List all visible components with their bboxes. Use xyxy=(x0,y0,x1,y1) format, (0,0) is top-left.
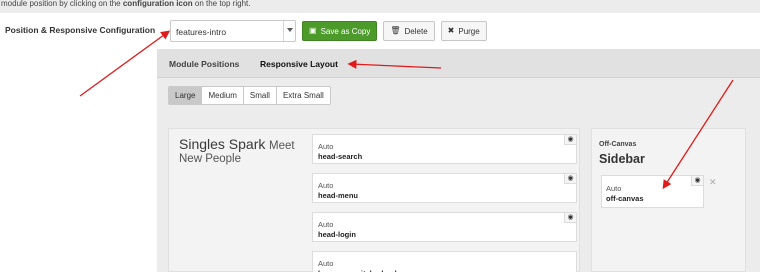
position-select[interactable]: features-intro xyxy=(170,20,296,42)
eye-icon[interactable]: ◉ xyxy=(564,174,576,184)
module-width-label: Auto xyxy=(318,220,334,229)
breakpoint-small[interactable]: Small xyxy=(244,87,277,104)
section-label: Position & Responsive Configuration xyxy=(5,25,156,35)
breakpoint-extra-small[interactable]: Extra Small xyxy=(277,87,330,104)
module-card-head-search[interactable]: Auto head-search ◉ xyxy=(312,134,577,164)
tab-responsive-layout[interactable]: Responsive Layout xyxy=(260,59,338,69)
module-width-label: Auto xyxy=(318,259,334,268)
module-width-label: Auto xyxy=(318,142,334,151)
module-name: head-menu xyxy=(318,191,359,200)
configuration-panel: Module Positions Responsive Layout Large… xyxy=(157,49,760,272)
delete-label: Delete xyxy=(404,26,428,36)
tabs-bar: Module Positions Responsive Layout xyxy=(157,49,760,78)
site-logo: Singles Spark Meet New People xyxy=(179,136,307,166)
annotation-arrow xyxy=(79,30,171,97)
help-text-before: module position by clicking on the xyxy=(1,0,123,8)
save-as-copy-button[interactable]: ▣ Save as Copy xyxy=(302,21,378,41)
toolbar: features-intro ▣ Save as Copy 🗑 Delete ✖… xyxy=(170,20,487,42)
trash-icon: 🗑 xyxy=(390,26,401,35)
delete-button[interactable]: 🗑 Delete xyxy=(383,21,435,41)
purge-label: Purge xyxy=(458,26,480,36)
help-text: module position by clicking on the confi… xyxy=(0,0,760,13)
module-width-label: Auto xyxy=(318,181,334,190)
help-text-after: on the top right. xyxy=(192,0,251,8)
offcanvas-panel: Off-Canvas Sidebar Auto off-canvas ◉ ✕ xyxy=(591,128,746,272)
help-text-bold: configuration icon xyxy=(122,0,193,8)
logo-main-text: Singles Spark xyxy=(179,136,266,152)
offcanvas-label: Off-Canvas xyxy=(599,141,637,148)
module-name: off-canvas xyxy=(606,194,644,203)
module-name: head-search xyxy=(318,152,363,161)
eye-icon[interactable]: ◉ xyxy=(691,176,703,186)
purge-button[interactable]: ✖ Purge xyxy=(440,21,487,41)
breakpoint-switcher: Large Medium Small Extra Small xyxy=(168,86,331,105)
floppy-disk-icon: ▣ xyxy=(309,26,317,35)
chevron-down-icon[interactable] xyxy=(283,21,295,41)
module-card-head-menu[interactable]: Auto head-menu ◉ xyxy=(312,173,577,203)
module-width-label: Auto xyxy=(606,184,622,193)
breakpoint-medium[interactable]: Medium xyxy=(202,87,244,104)
layout-canvas: Singles Spark Meet New People Auto head-… xyxy=(168,128,580,272)
module-card-languageswitcherload[interactable]: Auto languageswitcherload xyxy=(312,251,577,272)
breakpoint-large[interactable]: Large xyxy=(169,87,203,104)
close-icon[interactable]: ✕ xyxy=(709,177,717,188)
offcanvas-title: Sidebar xyxy=(599,152,645,166)
eye-icon[interactable]: ◉ xyxy=(564,135,576,145)
tab-module-positions[interactable]: Module Positions xyxy=(169,59,239,69)
eye-icon[interactable]: ◉ xyxy=(564,213,576,223)
logo-suffix-text: Meet xyxy=(269,140,295,152)
module-card-head-login[interactable]: Auto head-login ◉ xyxy=(312,212,577,242)
logo-tagline: New People xyxy=(179,153,242,165)
module-card-off-canvas[interactable]: Auto off-canvas ◉ xyxy=(601,175,704,208)
save-as-copy-label: Save as Copy xyxy=(320,26,371,36)
x-icon: ✖ xyxy=(447,26,455,35)
module-name: head-login xyxy=(318,230,356,239)
position-select-value: features-intro xyxy=(176,27,227,37)
